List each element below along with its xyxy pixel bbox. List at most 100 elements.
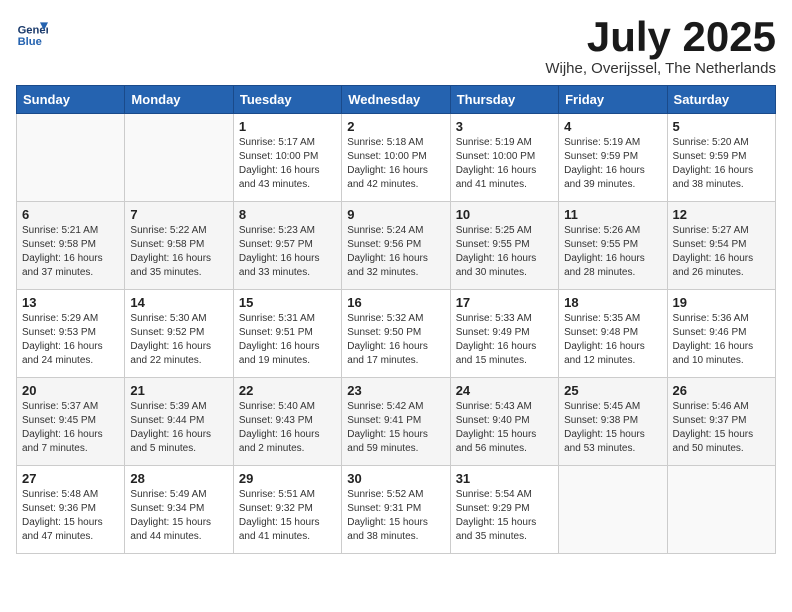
day-number: 11 <box>564 207 661 222</box>
calendar-cell: 6 Sunrise: 5:21 AMSunset: 9:58 PMDaylight… <box>17 202 125 290</box>
day-number: 2 <box>347 119 444 134</box>
logo: General Blue <box>16 16 48 48</box>
calendar-cell: 7Sunrise: 5:22 AMSunset: 9:58 PMDaylight… <box>125 202 233 290</box>
day-number: 22 <box>239 383 336 398</box>
calendar-table: Sunday Monday Tuesday Wednesday Thursday… <box>16 85 776 554</box>
calendar-cell: 30 Sunrise: 5:52 AMSunset: 9:31 PMDayligh… <box>342 466 450 554</box>
day-detail: Sunrise: 5:45 AMSunset: 9:38 PMDaylight:… <box>564 400 661 456</box>
day-number: 5 <box>673 119 770 134</box>
day-number: 12 <box>673 207 770 222</box>
calendar-cell <box>125 114 233 202</box>
calendar-cell: 19 Sunrise: 5:36 AMSunset: 9:46 PMDayligh… <box>667 290 775 378</box>
day-number: 17 <box>456 295 553 310</box>
calendar-cell: 14 Sunrise: 5:30 AMSunset: 9:52 PMDayligh… <box>125 290 233 378</box>
calendar-cell: 3 Sunrise: 5:19 AMSunset: 10:00 PMDayligh… <box>450 114 558 202</box>
week-row-2: 6 Sunrise: 5:21 AMSunset: 9:58 PMDaylight… <box>17 202 776 290</box>
calendar-cell: 17 Sunrise: 5:33 AMSunset: 9:49 PMDayligh… <box>450 290 558 378</box>
calendar-cell: 13Sunrise: 5:29 AMSunset: 9:53 PMDayligh… <box>17 290 125 378</box>
day-detail: Sunrise: 5:21 AMSunset: 9:58 PMDaylight:… <box>22 224 119 280</box>
calendar-cell <box>17 114 125 202</box>
calendar-cell: 8 Sunrise: 5:23 AMSunset: 9:57 PMDaylight… <box>233 202 341 290</box>
calendar-cell: 2 Sunrise: 5:18 AMSunset: 10:00 PMDayligh… <box>342 114 450 202</box>
day-detail: Sunrise: 5:19 AMSunset: 10:00 PMDaylight… <box>456 136 553 192</box>
day-number: 14 <box>130 295 227 310</box>
location-subtitle: Wijhe, Overijssel, The Netherlands <box>545 60 776 77</box>
header-thursday: Thursday <box>450 86 558 114</box>
day-detail: Sunrise: 5:24 AMSunset: 9:56 PMDaylight:… <box>347 224 444 280</box>
day-number: 30 <box>347 471 444 486</box>
day-detail: Sunrise: 5:25 AMSunset: 9:55 PMDaylight:… <box>456 224 553 280</box>
svg-text:Blue: Blue <box>18 36 42 48</box>
month-title: July 2025 <box>545 16 776 58</box>
day-number: 18 <box>564 295 661 310</box>
day-detail: Sunrise: 5:52 AMSunset: 9:31 PMDaylight:… <box>347 488 444 544</box>
day-number: 24 <box>456 383 553 398</box>
day-detail: Sunrise: 5:42 AMSunset: 9:41 PMDaylight:… <box>347 400 444 456</box>
day-number: 10 <box>456 207 553 222</box>
day-detail: Sunrise: 5:43 AMSunset: 9:40 PMDaylight:… <box>456 400 553 456</box>
calendar-cell: 25 Sunrise: 5:45 AMSunset: 9:38 PMDayligh… <box>559 378 667 466</box>
day-number: 19 <box>673 295 770 310</box>
calendar-cell <box>559 466 667 554</box>
calendar-cell: 9Sunrise: 5:24 AMSunset: 9:56 PMDaylight… <box>342 202 450 290</box>
day-detail: Sunrise: 5:33 AMSunset: 9:49 PMDaylight:… <box>456 312 553 368</box>
day-number: 23 <box>347 383 444 398</box>
day-number: 15 <box>239 295 336 310</box>
calendar-cell: 22 Sunrise: 5:40 AMSunset: 9:43 PMDayligh… <box>233 378 341 466</box>
day-number: 3 <box>456 119 553 134</box>
header-wednesday: Wednesday <box>342 86 450 114</box>
header-saturday: Saturday <box>667 86 775 114</box>
day-number: 31 <box>456 471 553 486</box>
day-number: 26 <box>673 383 770 398</box>
day-number: 16 <box>347 295 444 310</box>
header-row: Sunday Monday Tuesday Wednesday Thursday… <box>17 86 776 114</box>
logo-icon: General Blue <box>16 16 48 48</box>
calendar-cell: 5Sunrise: 5:20 AMSunset: 9:59 PMDaylight… <box>667 114 775 202</box>
calendar-cell: 1 Sunrise: 5:17 AMSunset: 10:00 PMDayligh… <box>233 114 341 202</box>
day-detail: Sunrise: 5:54 AMSunset: 9:29 PMDaylight:… <box>456 488 553 544</box>
day-detail: Sunrise: 5:32 AMSunset: 9:50 PMDaylight:… <box>347 312 444 368</box>
day-detail: Sunrise: 5:23 AMSunset: 9:57 PMDaylight:… <box>239 224 336 280</box>
day-detail: Sunrise: 5:48 AMSunset: 9:36 PMDaylight:… <box>22 488 119 544</box>
page-header: General Blue July 2025 Wijhe, Overijssel… <box>16 16 776 77</box>
day-detail: Sunrise: 5:40 AMSunset: 9:43 PMDaylight:… <box>239 400 336 456</box>
calendar-cell: 15Sunrise: 5:31 AMSunset: 9:51 PMDayligh… <box>233 290 341 378</box>
day-detail: Sunrise: 5:37 AMSunset: 9:45 PMDaylight:… <box>22 400 119 456</box>
day-number: 28 <box>130 471 227 486</box>
day-detail: Sunrise: 5:35 AMSunset: 9:48 PMDaylight:… <box>564 312 661 368</box>
day-number: 29 <box>239 471 336 486</box>
day-detail: Sunrise: 5:18 AMSunset: 10:00 PMDaylight… <box>347 136 444 192</box>
day-detail: Sunrise: 5:49 AMSunset: 9:34 PMDaylight:… <box>130 488 227 544</box>
day-number: 27 <box>22 471 119 486</box>
header-tuesday: Tuesday <box>233 86 341 114</box>
calendar-cell <box>667 466 775 554</box>
calendar-cell: 27 Sunrise: 5:48 AMSunset: 9:36 PMDayligh… <box>17 466 125 554</box>
week-row-5: 27 Sunrise: 5:48 AMSunset: 9:36 PMDayligh… <box>17 466 776 554</box>
day-detail: Sunrise: 5:30 AMSunset: 9:52 PMDaylight:… <box>130 312 227 368</box>
day-number: 8 <box>239 207 336 222</box>
day-number: 6 <box>22 207 119 222</box>
day-number: 1 <box>239 119 336 134</box>
calendar-cell: 24 Sunrise: 5:43 AMSunset: 9:40 PMDayligh… <box>450 378 558 466</box>
calendar-cell: 12 Sunrise: 5:27 AMSunset: 9:54 PMDayligh… <box>667 202 775 290</box>
header-sunday: Sunday <box>17 86 125 114</box>
day-number: 20 <box>22 383 119 398</box>
day-number: 25 <box>564 383 661 398</box>
calendar-cell: 21Sunrise: 5:39 AMSunset: 9:44 PMDayligh… <box>125 378 233 466</box>
day-number: 4 <box>564 119 661 134</box>
header-friday: Friday <box>559 86 667 114</box>
calendar-cell: 29Sunrise: 5:51 AMSunset: 9:32 PMDayligh… <box>233 466 341 554</box>
day-detail: Sunrise: 5:27 AMSunset: 9:54 PMDaylight:… <box>673 224 770 280</box>
calendar-cell: 10 Sunrise: 5:25 AMSunset: 9:55 PMDayligh… <box>450 202 558 290</box>
calendar-cell: 4Sunrise: 5:19 AMSunset: 9:59 PMDaylight… <box>559 114 667 202</box>
day-detail: Sunrise: 5:39 AMSunset: 9:44 PMDaylight:… <box>130 400 227 456</box>
calendar-cell: 31 Sunrise: 5:54 AMSunset: 9:29 PMDayligh… <box>450 466 558 554</box>
title-block: July 2025 Wijhe, Overijssel, The Netherl… <box>545 16 776 77</box>
week-row-4: 20 Sunrise: 5:37 AMSunset: 9:45 PMDayligh… <box>17 378 776 466</box>
day-detail: Sunrise: 5:26 AMSunset: 9:55 PMDaylight:… <box>564 224 661 280</box>
day-detail: Sunrise: 5:17 AMSunset: 10:00 PMDaylight… <box>239 136 336 192</box>
calendar-cell: 18 Sunrise: 5:35 AMSunset: 9:48 PMDayligh… <box>559 290 667 378</box>
day-detail: Sunrise: 5:36 AMSunset: 9:46 PMDaylight:… <box>673 312 770 368</box>
calendar-cell: 16 Sunrise: 5:32 AMSunset: 9:50 PMDayligh… <box>342 290 450 378</box>
week-row-1: 1 Sunrise: 5:17 AMSunset: 10:00 PMDayligh… <box>17 114 776 202</box>
